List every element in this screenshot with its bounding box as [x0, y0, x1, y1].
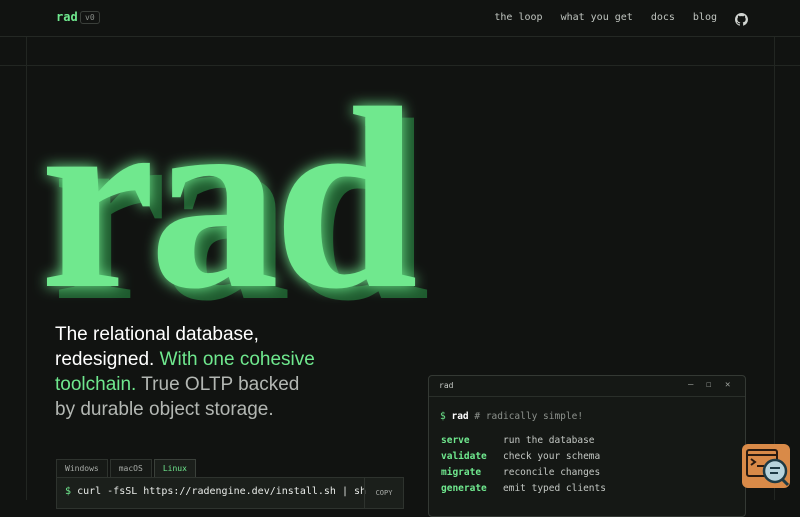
- terminal-search-icon: [746, 449, 790, 487]
- nav-link-the-loop[interactable]: the loop: [494, 12, 542, 23]
- command-name: generate: [441, 483, 487, 494]
- nav-links: the loop what you get docs blog: [494, 11, 748, 26]
- hero-word: rad: [40, 55, 416, 330]
- list-item: validate check your schema: [441, 451, 600, 462]
- terminal-comment: # radically simple!: [474, 411, 584, 422]
- terminal-prompt: $: [440, 411, 446, 422]
- terminal-titlebar: rad – ☐ ✕: [429, 376, 745, 397]
- install-prompt: $: [65, 486, 72, 497]
- tab-linux[interactable]: Linux: [153, 459, 196, 477]
- nav-link-docs[interactable]: docs: [651, 12, 675, 23]
- command-name: serve: [441, 435, 470, 446]
- command-name: migrate: [441, 467, 482, 478]
- tagline: The relational database, redesigned. Wit…: [55, 322, 315, 422]
- command-desc: run the database: [503, 435, 595, 446]
- github-icon[interactable]: [735, 11, 748, 26]
- nav-link-blog[interactable]: blog: [693, 12, 717, 23]
- list-item: generate emit typed clients: [441, 483, 606, 494]
- install-command-text: curl -fsSL https://radengine.dev/install…: [77, 486, 367, 497]
- minimize-icon[interactable]: –: [688, 380, 693, 390]
- install-tabs: Windows macOS Linux: [56, 459, 196, 477]
- hero-wordmark: rad rad: [0, 30, 800, 330]
- floating-widget-button[interactable]: [742, 444, 790, 488]
- tab-windows[interactable]: Windows: [56, 459, 108, 477]
- terminal-prompt-line: $ rad # radically simple!: [440, 411, 583, 422]
- terminal-title: rad: [439, 381, 454, 390]
- install-command[interactable]: $ curl -fsSL https://radengine.dev/insta…: [65, 486, 366, 497]
- copy-button[interactable]: COPY: [364, 478, 403, 508]
- logo[interactable]: rad: [56, 10, 78, 24]
- terminal-command: rad: [451, 411, 469, 422]
- maximize-icon[interactable]: ☐: [706, 380, 711, 390]
- command-desc: reconcile changes: [503, 467, 601, 478]
- version-badge: v0: [80, 11, 100, 24]
- command-name: validate: [441, 451, 487, 462]
- command-desc: emit typed clients: [503, 483, 606, 494]
- list-item: migrate reconcile changes: [441, 467, 600, 478]
- install-command-box: $ curl -fsSL https://radengine.dev/insta…: [56, 477, 404, 509]
- command-desc: check your schema: [503, 451, 601, 462]
- nav-link-what-you-get[interactable]: what you get: [561, 12, 633, 23]
- close-icon[interactable]: ✕: [725, 380, 730, 390]
- list-item: serve run the database: [441, 435, 595, 446]
- tab-macos[interactable]: macOS: [109, 459, 152, 477]
- terminal-window: rad – ☐ ✕ $ rad # radically simple! serv…: [428, 375, 746, 517]
